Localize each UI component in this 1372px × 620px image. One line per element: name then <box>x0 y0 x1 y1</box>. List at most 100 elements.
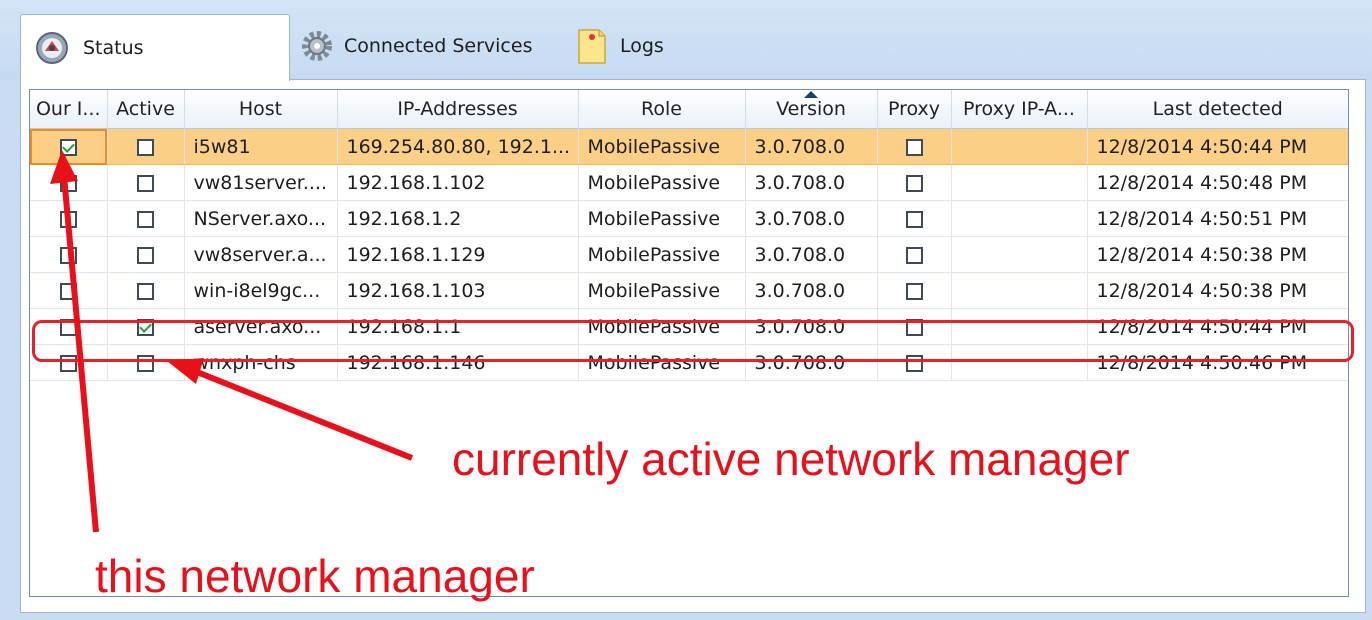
our-instance-checkbox[interactable] <box>59 246 77 264</box>
column-header-our[interactable]: Our I... <box>30 90 108 129</box>
host-cell: vw8server.a... <box>184 236 338 273</box>
role-cell: MobilePassive <box>578 236 746 273</box>
column-header-proxy-ip[interactable]: Proxy IP-A... <box>951 90 1088 129</box>
table-row[interactable]: vw81server.... 192.168.1.102 MobilePassive… <box>30 164 1348 201</box>
active-checkbox[interactable] <box>137 174 154 192</box>
tab-connected-services-label: Connected Services <box>344 35 533 57</box>
role-cell: MobilePassive <box>578 128 746 165</box>
grid-body: i5w81 169.254.80.80, 192.1... MobilePassiv… <box>30 128 1348 381</box>
role-cell: MobilePassive <box>578 272 746 309</box>
ip-addresses-cell: 192.168.1.146 <box>337 344 579 381</box>
column-header-label: Role <box>641 98 682 120</box>
tab-logs-label: Logs <box>620 35 664 57</box>
proxy-ip-cell <box>951 308 1088 345</box>
proxy-checkbox[interactable] <box>905 138 923 156</box>
network-managers-grid[interactable]: Our I... Active Host IP-Addresses Role V… <box>29 89 1349 597</box>
active-cell <box>107 128 185 165</box>
column-header-label: Host <box>238 98 283 120</box>
version-cell: 3.0.708.0 <box>745 164 878 201</box>
ip-addresses-cell: 192.168.1.1 <box>337 308 579 345</box>
host-cell: vw81server.... <box>184 164 338 201</box>
proxy-ip-cell <box>951 344 1088 381</box>
proxy-cell <box>877 308 952 345</box>
column-header-label: Version <box>776 98 846 120</box>
proxy-checkbox[interactable] <box>905 318 923 336</box>
our-instance-checkbox[interactable] <box>59 138 77 156</box>
column-header-proxy[interactable]: Proxy <box>877 90 952 129</box>
ip-addresses-cell: 192.168.1.103 <box>337 272 579 309</box>
proxy-ip-cell <box>951 164 1088 201</box>
active-cell <box>107 272 185 309</box>
our-instance-cell <box>30 344 108 381</box>
column-header-ip-addresses[interactable]: IP-Addresses <box>337 90 579 129</box>
host-cell: wnxph-chs <box>184 344 338 381</box>
our-instance-cell <box>30 128 108 165</box>
column-header-label: Active <box>116 98 175 120</box>
active-checkbox[interactable] <box>137 354 154 372</box>
active-checkbox[interactable] <box>137 138 154 156</box>
column-header-label: Our I... <box>35 98 101 120</box>
last-detected-cell: 12/8/2014 4:50:51 PM <box>1087 200 1348 237</box>
proxy-checkbox[interactable] <box>905 282 923 300</box>
our-instance-checkbox[interactable] <box>59 210 77 228</box>
version-cell: 3.0.708.0 <box>745 200 878 237</box>
table-row[interactable]: vw8server.a... 192.168.1.129 MobilePassive… <box>30 236 1348 273</box>
column-header-label: Last detected <box>1152 98 1283 120</box>
last-detected-cell: 12/8/2014 4:50:38 PM <box>1087 272 1348 309</box>
ip-addresses-cell: 192.168.1.2 <box>337 200 579 237</box>
column-header-version[interactable]: Version <box>745 90 878 129</box>
active-checkbox[interactable] <box>137 282 154 300</box>
proxy-checkbox[interactable] <box>905 210 923 228</box>
last-detected-cell: 12/8/2014 4:50:46 PM <box>1087 344 1348 381</box>
column-header-last-detected[interactable]: Last detected <box>1087 90 1348 129</box>
active-cell <box>107 200 185 237</box>
role-cell: MobilePassive <box>578 344 746 381</box>
network-managers-table: Our I... Active Host IP-Addresses Role V… <box>30 90 1348 381</box>
status-panel: Our I... Active Host IP-Addresses Role V… <box>20 79 1366 613</box>
column-header-label: IP-Addresses <box>397 98 518 120</box>
proxy-checkbox[interactable] <box>905 246 923 264</box>
table-row[interactable]: aserver.axo... 192.168.1.1 MobilePassive 3.… <box>30 308 1348 345</box>
our-instance-cell <box>30 164 108 201</box>
tab-logs[interactable]: Logs <box>572 16 664 76</box>
last-detected-cell: 12/8/2014 4:50:44 PM <box>1087 308 1348 345</box>
our-instance-checkbox[interactable] <box>59 354 77 372</box>
active-checkbox[interactable] <box>137 210 154 228</box>
ip-addresses-cell: 169.254.80.80, 192.1... <box>337 128 579 165</box>
table-row[interactable]: wnxph-chs 192.168.1.146 MobilePassive 3.0.7… <box>30 344 1348 381</box>
proxy-checkbox[interactable] <box>905 174 923 192</box>
our-instance-checkbox[interactable] <box>59 282 77 300</box>
table-row[interactable]: NServer.axo... 192.168.1.2 MobilePassive 3.… <box>30 200 1348 237</box>
version-cell: 3.0.708.0 <box>745 344 878 381</box>
proxy-cell <box>877 128 952 165</box>
version-cell: 3.0.708.0 <box>745 128 878 165</box>
sort-ascending-icon <box>804 91 818 98</box>
tab-status-label: Status <box>83 37 144 59</box>
annotation-this-manager: this network manager <box>95 550 535 602</box>
column-header-label: Proxy IP-A... <box>963 98 1075 120</box>
table-row[interactable]: i5w81 169.254.80.80, 192.1... MobilePassiv… <box>30 128 1348 165</box>
our-instance-cell <box>30 236 108 273</box>
table-row[interactable]: win-i8el9gc... 192.168.1.103 MobilePassive… <box>30 272 1348 309</box>
our-instance-checkbox[interactable] <box>59 174 77 192</box>
tab-connected-services[interactable]: Connected Services <box>298 16 532 76</box>
our-instance-checkbox[interactable] <box>59 318 77 336</box>
active-cell <box>107 308 185 345</box>
proxy-cell <box>877 200 952 237</box>
role-cell: MobilePassive <box>578 164 746 201</box>
active-checkbox[interactable] <box>137 318 154 336</box>
column-header-role[interactable]: Role <box>578 90 746 129</box>
active-cell <box>107 164 185 201</box>
active-checkbox[interactable] <box>137 246 154 264</box>
tab-status[interactable]: Status <box>20 14 290 81</box>
active-cell <box>107 236 185 273</box>
version-cell: 3.0.708.0 <box>745 272 878 309</box>
column-header-host[interactable]: Host <box>184 90 338 129</box>
proxy-checkbox[interactable] <box>905 354 923 372</box>
header-row: Our I... Active Host IP-Addresses Role V… <box>30 90 1348 129</box>
proxy-ip-cell <box>951 236 1088 273</box>
host-cell: aserver.axo... <box>184 308 338 345</box>
status-icon <box>33 29 71 67</box>
column-header-active[interactable]: Active <box>107 90 185 129</box>
last-detected-cell: 12/8/2014 4:50:44 PM <box>1087 128 1348 165</box>
